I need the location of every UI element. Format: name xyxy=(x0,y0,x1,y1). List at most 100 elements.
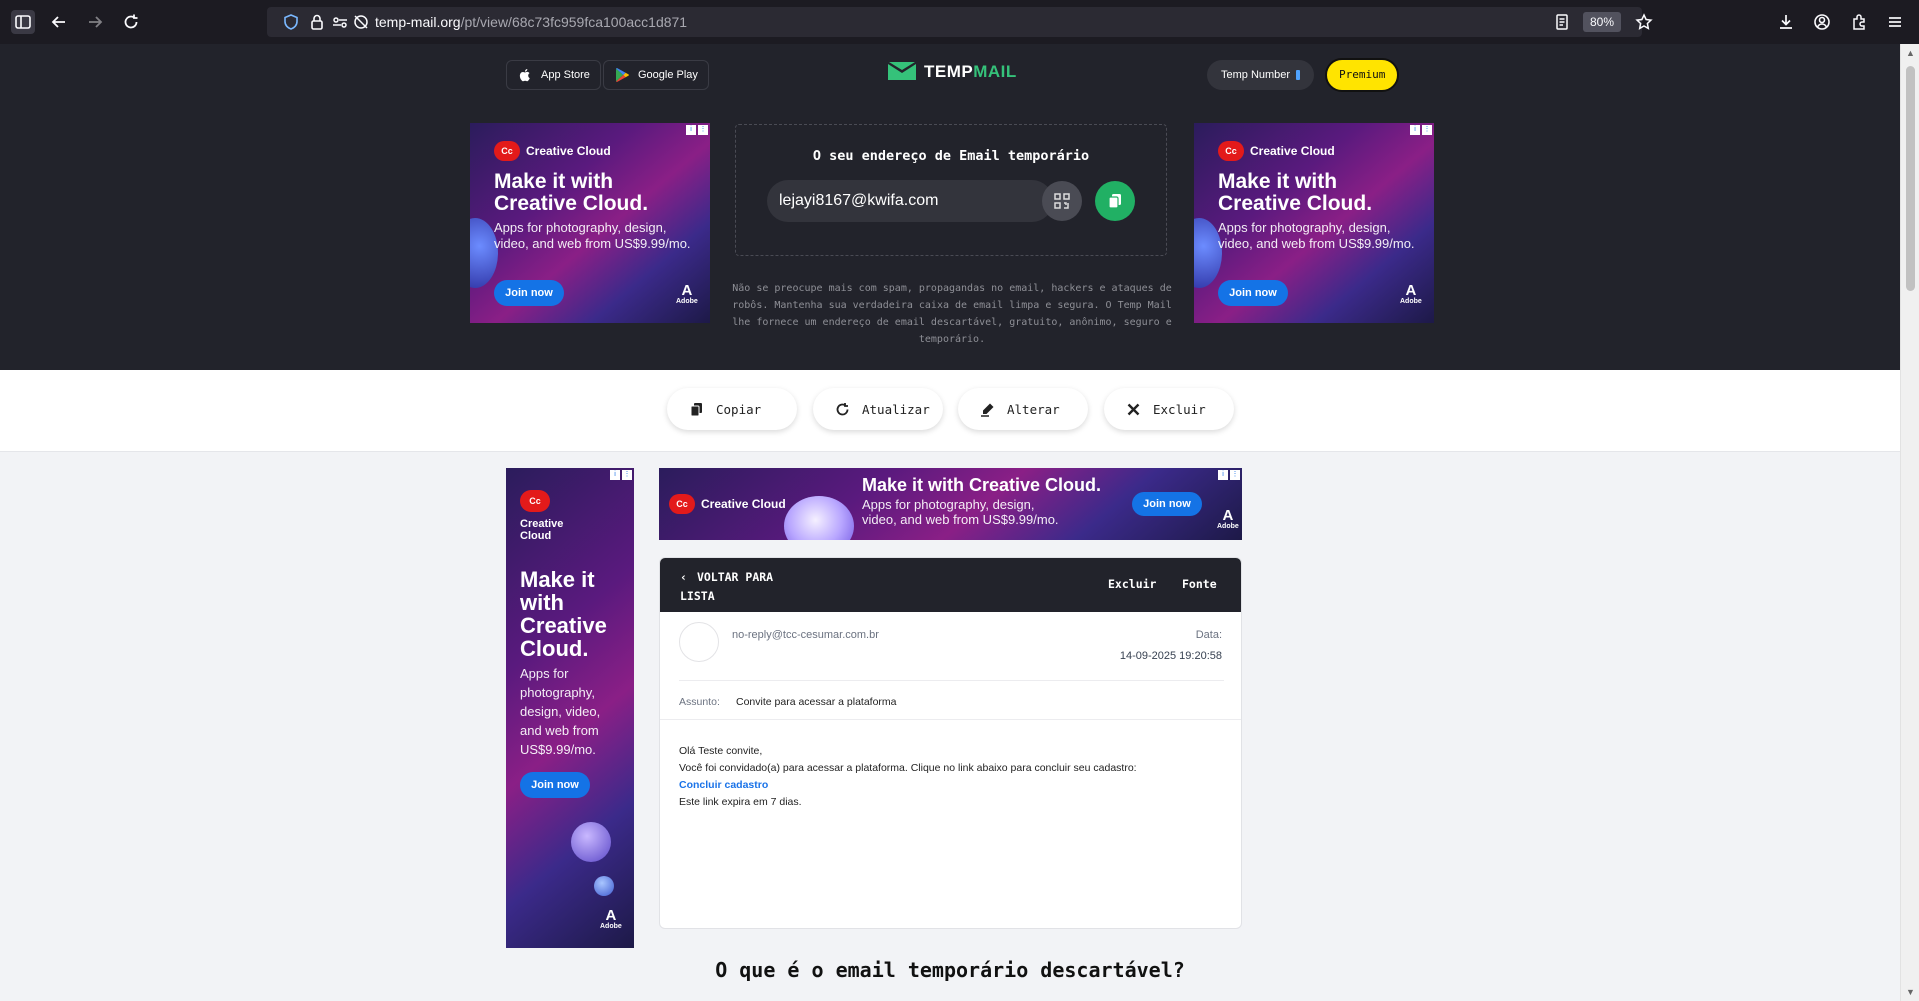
premium-button[interactable]: Premium xyxy=(1325,58,1400,92)
zoom-level[interactable]: 80% xyxy=(1583,12,1621,32)
ad-join-button[interactable]: Join now xyxy=(1132,492,1202,516)
adobe-label: Adobe xyxy=(1217,523,1239,530)
email-source-button[interactable]: Fonte xyxy=(1182,577,1217,591)
ad-brand: Cc Creative Cloud xyxy=(494,141,611,161)
ad-leaderboard[interactable]: i ⋮ Cc Creative Cloud Make it with Creativ… xyxy=(659,468,1242,540)
ad-headline-line: Make it xyxy=(520,567,595,592)
back-icon[interactable] xyxy=(48,11,70,33)
google-play-button[interactable]: Google Play xyxy=(603,60,709,90)
address-title: O seu endereço de Email temporário xyxy=(812,148,1090,164)
subject-label: Assunto: xyxy=(679,696,720,708)
complete-registration-link[interactable]: Concluir cadastro xyxy=(679,777,1137,794)
adobe-logo: A Adobe xyxy=(600,907,622,930)
ad-choices-icon[interactable]: i ⋮ xyxy=(1410,125,1432,135)
temp-number-button[interactable]: Temp Number xyxy=(1207,60,1315,90)
ad-brand-line1: Creative xyxy=(520,518,564,530)
ad-banner-left[interactable]: i ⋮ Cc Creative Cloud Make it with Creativ… xyxy=(470,123,710,323)
hero-description: Não se preocupe mais com spam, propagand… xyxy=(732,283,1172,345)
creative-cloud-icon: Cc xyxy=(520,490,550,512)
ad-subtext: Apps for photography, design, video, and… xyxy=(494,220,691,251)
divider xyxy=(660,719,1241,720)
copy-button[interactable]: Copiar xyxy=(667,388,797,430)
delete-button[interactable]: Excluir xyxy=(1104,388,1234,430)
shield-icon[interactable] xyxy=(282,13,300,31)
ad-join-button[interactable]: Join now xyxy=(1218,280,1288,306)
reload-icon[interactable] xyxy=(120,11,142,33)
page-content: App Store Google Play TEMPMAIL Temp Numb… xyxy=(0,44,1900,1001)
adobe-logo: A Adobe xyxy=(1217,507,1239,530)
ad-planet xyxy=(571,822,611,862)
ad-choices-icon[interactable]: i ⋮ xyxy=(686,125,708,135)
envelope-logo-icon xyxy=(888,62,916,80)
downloads-icon[interactable] xyxy=(1775,11,1797,33)
ad-brand: Cc Creative Cloud xyxy=(1218,141,1335,161)
reader-view-icon[interactable] xyxy=(1553,13,1571,31)
app-store-button[interactable]: App Store xyxy=(506,60,601,90)
ad-headline: Make it with Creative Cloud. xyxy=(1218,170,1373,216)
qr-code-icon xyxy=(1054,193,1070,209)
adobe-label: Adobe xyxy=(1400,298,1422,305)
ad-headline-line: with xyxy=(520,590,564,615)
scrollbar-thumb[interactable] xyxy=(1906,66,1915,291)
ad-headline: Make it with Creative Cloud. xyxy=(520,568,607,660)
email-viewer-header: ‹ VOLTAR PARA LISTA Excluir Fonte xyxy=(660,558,1241,612)
extensions-icon[interactable] xyxy=(1848,11,1870,33)
email-delete-button[interactable]: Excluir xyxy=(1108,577,1156,591)
change-button[interactable]: Alterar xyxy=(958,388,1088,430)
logo-mail: MAIL xyxy=(973,62,1017,81)
copy-icon xyxy=(690,402,702,416)
creative-cloud-icon: Cc xyxy=(1218,141,1244,161)
ad-brand-label: Creative Cloud xyxy=(701,497,786,511)
browser-toolbar: temp-mail.org/pt/view/68c73fc959fca100ac… xyxy=(0,0,1919,44)
account-icon[interactable] xyxy=(1811,11,1833,33)
body-text: Você foi convidado(a) para acessar a pla… xyxy=(679,762,1137,774)
ad-join-button[interactable]: Join now xyxy=(494,280,564,306)
google-play-icon xyxy=(616,68,629,82)
email-date: 14-09-2025 19:20:58 xyxy=(1119,650,1222,662)
copy-icon xyxy=(1108,194,1121,209)
body-expiry: Este link expira em 7 dias. xyxy=(679,796,802,808)
lock-icon[interactable] xyxy=(308,13,326,31)
ad-headline-line: Creative xyxy=(520,613,607,638)
qr-code-button[interactable] xyxy=(1042,181,1082,221)
ad-choices-icon[interactable]: i ⋮ xyxy=(610,470,632,480)
bookmark-star-icon[interactable] xyxy=(1635,13,1653,31)
page-scrollbar[interactable]: ▲ ▼ xyxy=(1900,44,1919,1001)
chevron-left-icon: ‹ xyxy=(680,570,687,584)
divider xyxy=(679,680,1224,681)
back-to-list-button[interactable]: ‹ VOLTAR PARA LISTA xyxy=(680,568,773,606)
ad-banner-right[interactable]: i ⋮ Cc Creative Cloud Make it with Creativ… xyxy=(1194,123,1434,323)
ad-join-button[interactable]: Join now xyxy=(520,772,590,798)
scroll-down-icon[interactable]: ▼ xyxy=(1906,987,1915,997)
menu-icon[interactable] xyxy=(1884,11,1906,33)
ad-choices-icon[interactable]: i ⋮ xyxy=(1218,470,1240,480)
refresh-label: Atualizar xyxy=(862,401,930,417)
url-text[interactable]: temp-mail.org/pt/view/68c73fc959fca100ac… xyxy=(375,14,687,30)
tempmail-logo[interactable]: TEMPMAIL xyxy=(888,62,1017,82)
ad-subtext: Apps for photography, design, video, and… xyxy=(862,497,1059,527)
email-address-box: O seu endereço de Email temporário lejay… xyxy=(735,124,1167,256)
copy-address-button[interactable] xyxy=(1095,181,1135,221)
email-address-field[interactable]: lejayi8167@kwifa.com xyxy=(767,180,1053,222)
phone-icon xyxy=(1296,70,1301,81)
ad-headline: Make it with Creative Cloud. xyxy=(494,170,649,216)
tracking-protection-icon[interactable] xyxy=(352,13,370,31)
creative-cloud-icon: Cc xyxy=(669,494,695,514)
permissions-icon[interactable] xyxy=(331,13,349,31)
address-bar[interactable]: temp-mail.org/pt/view/68c73fc959fca100ac… xyxy=(267,7,1653,37)
ad-subtext: Apps for photography, design, video, and… xyxy=(1218,220,1415,251)
ad-headline: Make it with Creative Cloud. xyxy=(862,475,1102,495)
sidebar-toggle-icon[interactable] xyxy=(11,10,35,34)
email-viewer: ‹ VOLTAR PARA LISTA Excluir Fonte no-repl… xyxy=(659,557,1242,929)
scroll-up-icon[interactable]: ▲ xyxy=(1906,48,1915,58)
google-play-label: Google Play xyxy=(638,69,698,81)
forward-icon[interactable] xyxy=(84,11,106,33)
close-icon xyxy=(1127,403,1140,415)
ad-skyscraper[interactable]: i ⋮ Cc Creative Cloud Make it with Creativ… xyxy=(506,468,634,948)
refresh-button[interactable]: Atualizar xyxy=(813,388,943,430)
adobe-logo: A Adobe xyxy=(1400,282,1422,305)
body-greeting: Olá Teste convite, xyxy=(679,745,763,757)
ad-brand: Cc Creative Cloud xyxy=(669,494,786,514)
creative-cloud-icon: Cc xyxy=(494,141,520,161)
logo-temp: TEMP xyxy=(924,62,974,81)
